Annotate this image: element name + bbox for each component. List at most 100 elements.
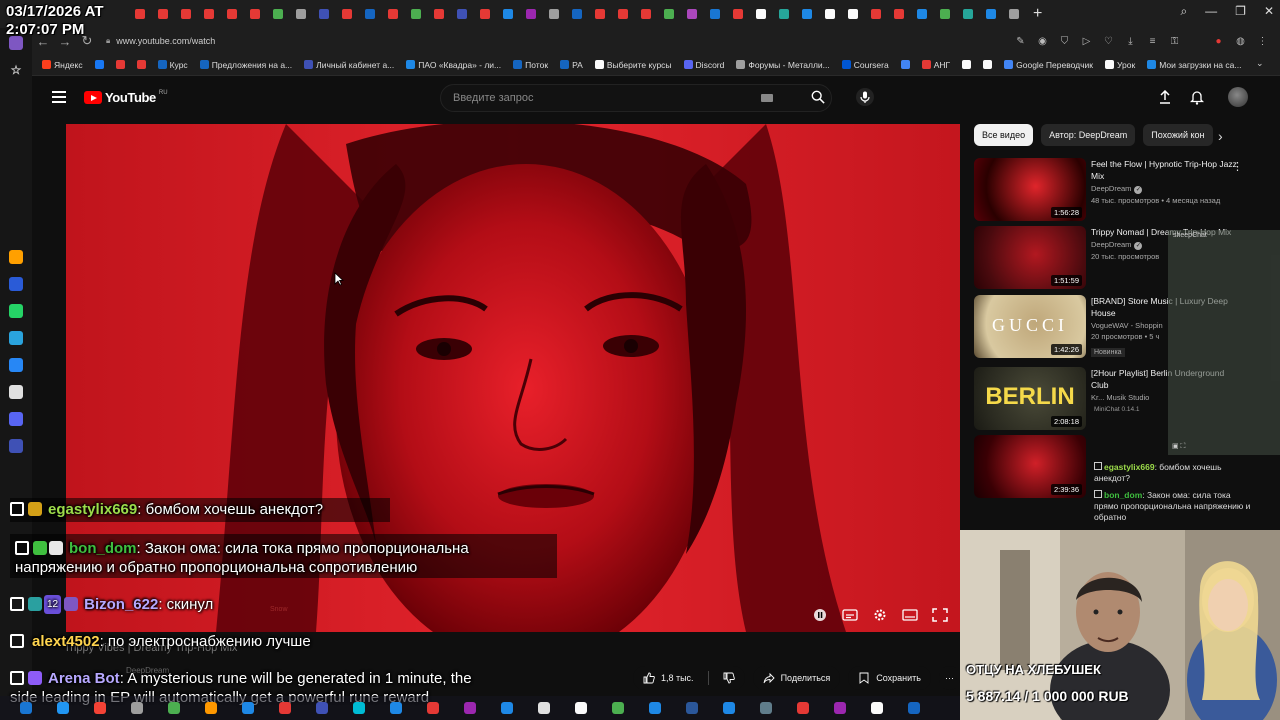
sidebar-app-icon[interactable] xyxy=(9,412,23,426)
video-thumbnail[interactable]: 1:51:59 xyxy=(974,226,1086,289)
taskbar-app-icon[interactable] xyxy=(612,702,624,714)
bookmark-item[interactable]: ПАО «Квадра» - ли... xyxy=(406,60,501,70)
taskbar-app-icon[interactable] xyxy=(353,702,365,714)
bookmark-item[interactable] xyxy=(94,60,104,69)
bookmark-item[interactable]: Выберите курсы xyxy=(594,60,672,70)
sidebar-app-icon[interactable] xyxy=(9,385,23,399)
pause-icon[interactable] xyxy=(812,608,828,622)
sidebar-app-icon[interactable] xyxy=(9,331,23,345)
more-actions-icon[interactable]: ⋮ xyxy=(1232,160,1243,173)
taskbar-app-icon[interactable] xyxy=(20,702,32,714)
browser-tab[interactable] xyxy=(567,4,588,24)
like-button[interactable]: 1,8 тыс. xyxy=(632,666,745,690)
taskbar-app-icon[interactable] xyxy=(649,702,661,714)
video-thumbnail[interactable]: 2:39:36 xyxy=(974,435,1086,498)
bookmark-item[interactable]: Предложения на а... xyxy=(199,60,292,70)
bookmark-item[interactable] xyxy=(136,60,146,69)
browser-tab[interactable] xyxy=(498,4,519,24)
taskbar-app-icon[interactable] xyxy=(242,702,254,714)
settings-gear-icon[interactable] xyxy=(872,608,888,622)
hamburger-menu-icon[interactable] xyxy=(52,91,66,103)
browser-tab[interactable] xyxy=(751,4,772,24)
browser-tab[interactable] xyxy=(268,4,289,24)
taskbar-app-icon[interactable] xyxy=(464,702,476,714)
video-thumbnail[interactable]: GUCCI 1:42:26 xyxy=(974,295,1086,358)
lock-small-icon[interactable]: ⚿ xyxy=(1169,36,1180,47)
menu-dots-icon[interactable]: ⋮ xyxy=(1257,36,1268,47)
bookmark-item[interactable] xyxy=(962,60,972,69)
share-button[interactable]: Поделиться xyxy=(752,666,841,690)
browser-tab[interactable] xyxy=(912,4,933,24)
browser-tab[interactable] xyxy=(429,4,450,24)
sidebar-app-icon[interactable] xyxy=(9,439,23,453)
video-thumbnail[interactable]: BERLIN 2:08:18 xyxy=(974,367,1086,430)
bookmark-item[interactable]: Личный кабинет а... xyxy=(304,60,394,70)
search-icon[interactable] xyxy=(811,90,825,104)
subtitles-icon[interactable] xyxy=(842,608,858,622)
taskbar-app-icon[interactable] xyxy=(205,702,217,714)
url-field[interactable]: 🔒︎ www.youtube.com/watch xyxy=(106,36,215,46)
bookmark-item[interactable]: Discord xyxy=(683,60,724,70)
taskbar-app-icon[interactable] xyxy=(797,702,809,714)
browser-tab[interactable] xyxy=(1004,4,1025,24)
taskbar-app-icon[interactable] xyxy=(94,702,106,714)
bookmark-item[interactable]: Яндекс xyxy=(42,60,83,70)
browser-tab[interactable] xyxy=(590,4,611,24)
taskbar-app-icon[interactable] xyxy=(168,702,180,714)
download-icon[interactable]: ⤓ xyxy=(1125,36,1136,47)
new-tab-icon[interactable]: + xyxy=(1033,5,1042,23)
video-title[interactable]: Feel the Flow | Hypnotic Trip-Hop Jazz M… xyxy=(1091,158,1241,182)
taskbar-app-icon[interactable] xyxy=(723,702,735,714)
taskbar-app-icon[interactable] xyxy=(390,702,402,714)
upload-icon[interactable] xyxy=(1158,90,1172,104)
browser-tab[interactable] xyxy=(291,4,312,24)
browser-tab[interactable] xyxy=(199,4,220,24)
bookmark-item[interactable]: Курс xyxy=(157,60,188,70)
taskbar-app-icon[interactable] xyxy=(131,702,143,714)
sidebar-app-icon[interactable] xyxy=(9,358,23,372)
bookmark-item[interactable]: АНГ xyxy=(921,60,950,70)
browser-tab[interactable] xyxy=(153,4,174,24)
filter-chip[interactable]: Автор: DeepDream xyxy=(1041,124,1136,146)
browser-tab[interactable] xyxy=(774,4,795,24)
taskbar-app-icon[interactable] xyxy=(57,702,69,714)
thumbs-down-icon[interactable] xyxy=(723,672,735,684)
taskbar-app-icon[interactable] xyxy=(760,702,772,714)
browser-tab[interactable] xyxy=(130,4,151,24)
recommended-video[interactable]: 1:51:59 Trippy Nomad | Dreamy Trip-Hop Mi… xyxy=(974,226,1231,290)
taskbar-app-icon[interactable] xyxy=(834,702,846,714)
notifications-bell-icon[interactable] xyxy=(1190,89,1204,105)
video-thumbnail[interactable]: 1:56:28 xyxy=(974,158,1086,221)
browser-tab[interactable] xyxy=(981,4,1002,24)
recommended-video[interactable]: BERLIN 2:08:18 [2Hour Playlist] Berlin Und… xyxy=(974,367,1224,431)
bookmark-item[interactable] xyxy=(900,60,910,69)
sidebar-app-icon[interactable] xyxy=(9,250,23,264)
filter-chip[interactable]: Все видео xyxy=(974,124,1034,146)
sidebar-app-icon[interactable] xyxy=(9,277,23,291)
browser-tab[interactable] xyxy=(314,4,335,24)
browser-tab[interactable] xyxy=(935,4,956,24)
browser-tab[interactable] xyxy=(337,4,358,24)
browser-tab[interactable] xyxy=(659,4,680,24)
recommended-video[interactable]: GUCCI 1:42:26 [BRAND] Store Music | Luxury… xyxy=(974,295,1228,359)
browser-tab[interactable] xyxy=(958,4,979,24)
youtube-logo[interactable]: YouTube RU xyxy=(84,90,168,105)
keyboard-icon[interactable] xyxy=(761,94,773,102)
browser-tab[interactable] xyxy=(843,4,864,24)
browser-tab[interactable] xyxy=(728,4,749,24)
browser-tab[interactable] xyxy=(176,4,197,24)
browser-tab[interactable] xyxy=(383,4,404,24)
extensions-icon[interactable]: ≡ xyxy=(1147,36,1158,47)
browser-tab[interactable] xyxy=(682,4,703,24)
taskbar-app-icon[interactable] xyxy=(427,702,439,714)
extension-grey-icon[interactable]: ◍ xyxy=(1235,36,1246,47)
filter-chip[interactable]: Похожий кон xyxy=(1143,124,1213,146)
browser-tab[interactable] xyxy=(636,4,657,24)
taskbar-app-icon[interactable] xyxy=(538,702,550,714)
save-button[interactable]: Сохранить xyxy=(848,666,931,690)
bookmark-item[interactable]: Форумы - Металли... xyxy=(736,60,830,70)
bookmark-item[interactable] xyxy=(115,60,125,69)
bookmark-item[interactable]: Coursera xyxy=(841,60,889,70)
taskbar-app-icon[interactable] xyxy=(871,702,883,714)
browser-tab[interactable] xyxy=(406,4,427,24)
